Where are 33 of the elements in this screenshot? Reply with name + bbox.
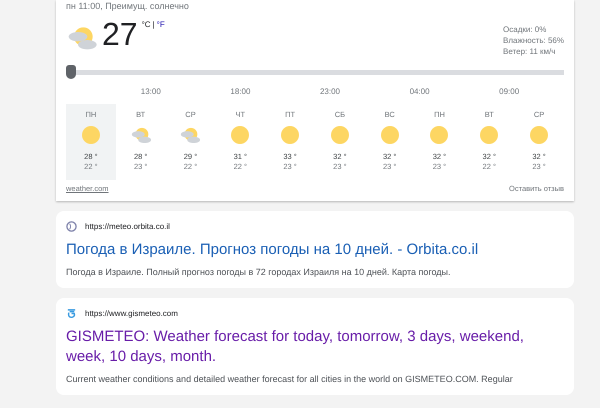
result-snippet: Погода в Израиле. Полный прогноз погоды в 72 городах Израиля на 10 дней. Карта погоды.	[66, 266, 452, 278]
time-label: 13:00	[140, 87, 161, 96]
globe-icon	[66, 221, 77, 232]
result-url: https://www.gismeteo.com	[85, 309, 178, 318]
unit-separator: |	[152, 20, 155, 29]
partly-cloudy-icon	[130, 126, 152, 144]
time-label: 04:00	[410, 87, 430, 96]
weather-detail: Ветер: 11 км/ч	[503, 46, 556, 57]
logo-icon	[66, 308, 77, 319]
result-title-link[interactable]: GISMETEO: Weather forecast for today, tomorrow, 3 days, weekend, week, 10 days, month.	[66, 327, 564, 367]
sun-icon	[80, 125, 101, 145]
sun-icon	[230, 125, 250, 145]
weather-detail: Влажность: 56%	[503, 35, 564, 46]
partly-cloudy-icon	[179, 126, 202, 144]
sun-icon	[330, 125, 350, 145]
time-label: 18:00	[230, 87, 250, 96]
sun-icon	[280, 125, 300, 145]
result-url: https://meteo.orbita.co.il	[85, 222, 170, 231]
time-label: 23:00	[320, 87, 340, 96]
result-title-link[interactable]: Погода в Израиле. Прогноз погоды на 10 дней. - Orbita.co.il	[66, 240, 564, 260]
slider-thumb[interactable]	[66, 65, 76, 79]
fahrenheit-unit[interactable]: °F	[156, 20, 165, 29]
result-snippet: Current weather conditions and detailed weather forecast for all cities in the world on GISMETEO.COM. Regular	[66, 373, 514, 385]
weather-summary: пн 11:00, Преимущ. солнечно	[66, 0, 190, 12]
sun-icon	[380, 125, 400, 145]
weather-detail: Осадки: 0%	[503, 24, 548, 35]
sun-icon	[529, 125, 550, 145]
celsius-unit[interactable]: °C	[142, 20, 151, 29]
sun-icon	[429, 125, 450, 145]
sun-icon	[479, 125, 500, 145]
partly-cloudy-icon	[66, 26, 98, 50]
time-label: 09:00	[499, 87, 520, 96]
temperature: 27	[102, 16, 138, 52]
